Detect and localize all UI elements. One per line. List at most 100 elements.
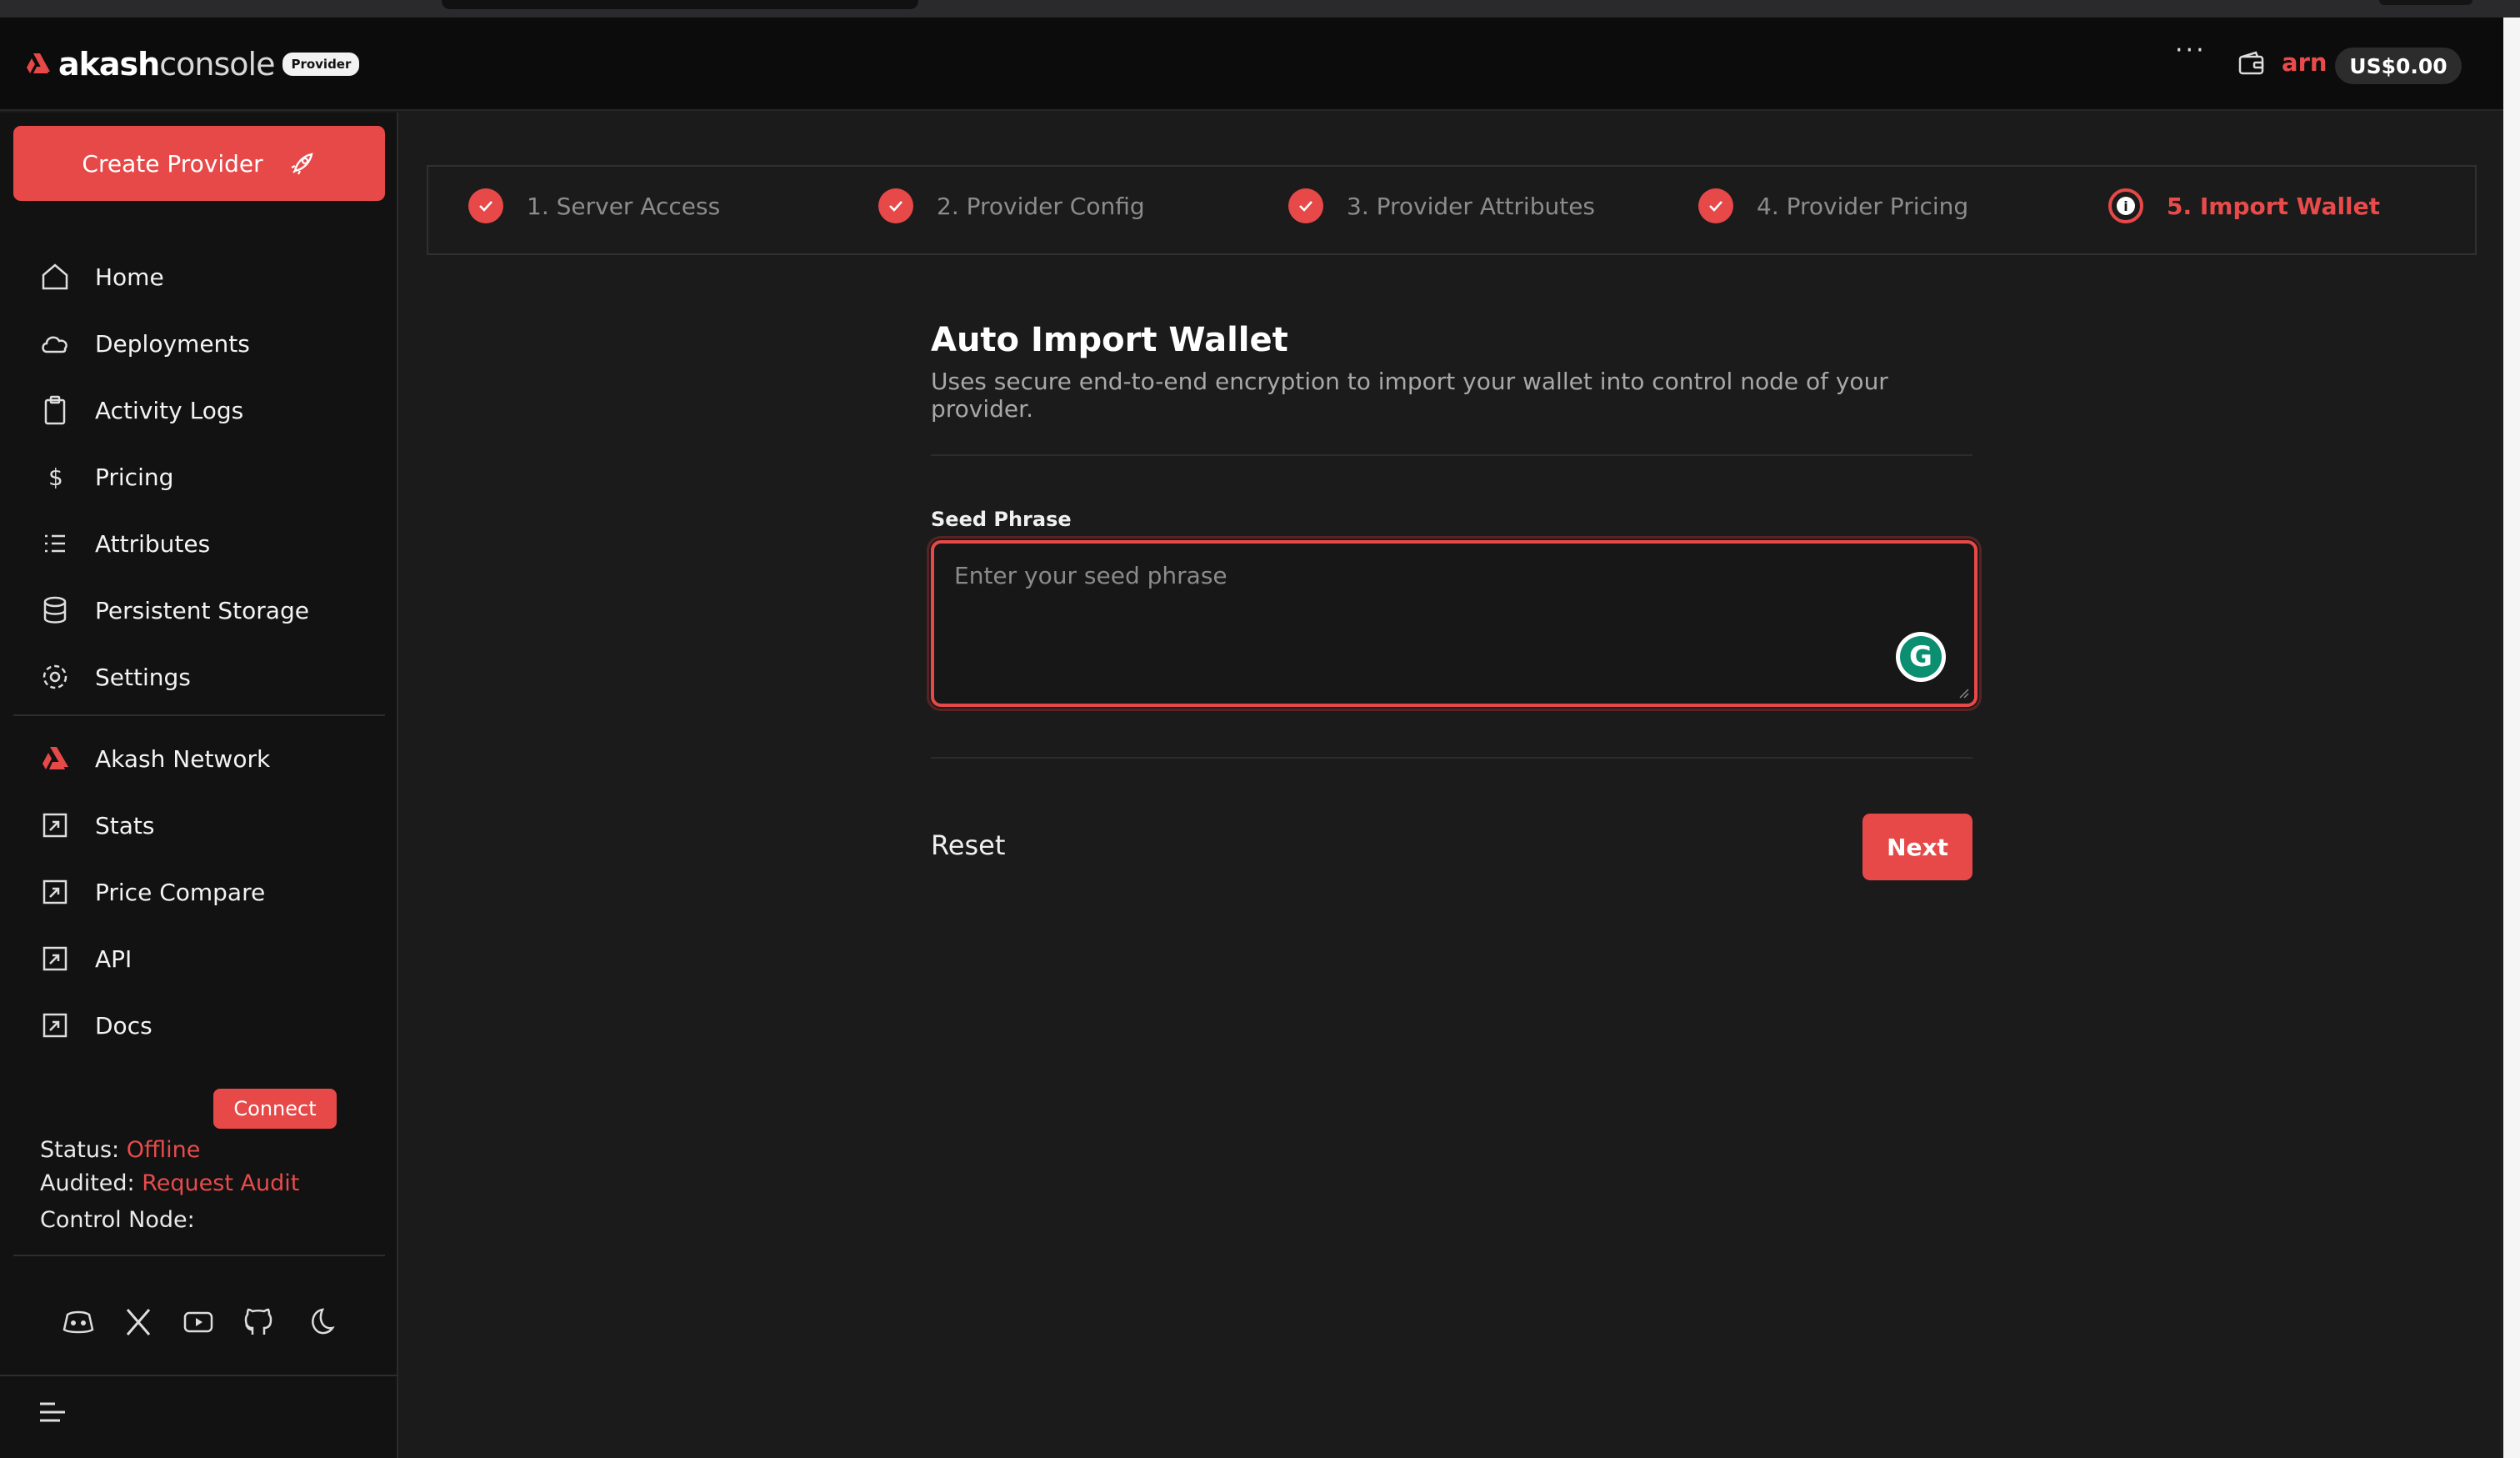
top-header: akash console Provider [0, 18, 2503, 111]
browser-top-strip [0, 0, 2520, 18]
sidebar-item-deployments[interactable]: Deployments [38, 323, 250, 364]
sidebar-item-pricing[interactable]: $ Pricing [38, 456, 173, 498]
sidebar-item-label: Attributes [95, 529, 211, 558]
account-name[interactable]: arn [2282, 48, 2328, 77]
audit-status: Audited: Request Audit [40, 1170, 299, 1196]
check-icon [878, 188, 913, 223]
seed-phrase-label: Seed Phrase [931, 508, 1072, 531]
akash-logo-icon [42, 747, 68, 769]
rocket-icon [291, 153, 313, 175]
sidebar-item-label: Price Compare [95, 878, 266, 906]
external-link-icon [42, 1013, 68, 1038]
step-provider-config[interactable]: 2. Provider Config [878, 188, 1145, 223]
sidebar-item-home[interactable]: Home [38, 256, 164, 298]
gear-icon [42, 664, 68, 689]
cloud-icon [42, 336, 68, 353]
step-label: 4. Provider Pricing [1757, 192, 1969, 220]
sidebar-item-label: Stats [95, 811, 155, 839]
form-divider [931, 757, 1972, 759]
form-subtitle: Uses secure end-to-end encryption to imp… [931, 368, 1888, 423]
sidebar-item-api[interactable]: API [38, 938, 132, 980]
sidebar-item-stats[interactable]: Stats [38, 804, 154, 846]
resize-handle-icon[interactable] [1958, 687, 1969, 699]
seed-phrase-placeholder: Enter your seed phrase [954, 562, 1228, 589]
clipboard-icon [44, 395, 66, 425]
sidebar-item-activity-logs[interactable]: Activity Logs [38, 389, 243, 431]
sidebar-item-label: Home [95, 263, 164, 291]
status-value: Offline [126, 1137, 201, 1163]
sidebar-item-label: API [95, 944, 132, 973]
provider-badge: Provider [282, 53, 360, 76]
akash-logo-icon [27, 53, 50, 73]
more-options-icon[interactable]: ··· [2175, 38, 2207, 63]
wallet-icon[interactable] [2238, 50, 2266, 77]
sidebar-item-price-compare[interactable]: Price Compare [38, 871, 265, 913]
connect-button[interactable]: Connect [213, 1089, 337, 1129]
step-label: 3. Provider Attributes [1347, 192, 1596, 220]
request-audit-link[interactable]: Request Audit [142, 1170, 299, 1196]
grammarly-icon[interactable]: G [1896, 632, 1946, 682]
sidebar-divider [13, 1255, 385, 1256]
next-button[interactable]: Next [1862, 814, 1972, 880]
sidebar-item-attributes[interactable]: Attributes [38, 523, 210, 564]
step-provider-attributes[interactable]: 3. Provider Attributes [1288, 188, 1595, 223]
sidebar-item-label: Settings [95, 663, 191, 691]
sidebar-item-label: Activity Logs [95, 396, 244, 424]
home-icon [42, 263, 68, 290]
sidebar-divider [13, 714, 385, 716]
youtube-icon[interactable] [181, 1305, 216, 1340]
page-scrollbar[interactable] [2503, 18, 2520, 1458]
check-icon [1698, 188, 1733, 223]
sidebar-item-label: Pricing [95, 463, 174, 491]
list-icon [45, 534, 65, 553]
sidebar-item-persistent-storage[interactable]: Persistent Storage [38, 589, 309, 631]
moon-icon[interactable] [301, 1305, 336, 1340]
step-label: 5. Import Wallet [2167, 192, 2381, 220]
sidebar-item-label: Docs [95, 1011, 152, 1040]
sidebar-item-docs[interactable]: Docs [38, 1005, 152, 1046]
audited-label: Audited: [40, 1170, 135, 1196]
svg-text:$: $ [48, 463, 63, 491]
wallet-balance[interactable]: US$0.00 [2335, 48, 2462, 84]
external-link-icon [42, 946, 68, 971]
external-link-icon [42, 879, 68, 904]
create-provider-button[interactable]: Create Provider [13, 126, 385, 201]
github-icon[interactable] [241, 1305, 276, 1340]
step-label: 2. Provider Config [937, 192, 1145, 220]
provider-status: Status: Offline [40, 1137, 200, 1163]
browser-tab[interactable] [442, 0, 918, 9]
form-divider [931, 454, 1972, 456]
app-window: akash console Provider ··· arn US$0.00 C… [0, 0, 2520, 1458]
dollar-icon: $ [48, 463, 63, 491]
x-icon[interactable] [121, 1305, 156, 1340]
sidebar-item-akash-network[interactable]: Akash Network [38, 738, 270, 779]
step-import-wallet[interactable]: i 5. Import Wallet [2108, 188, 2380, 223]
check-icon [1288, 188, 1323, 223]
create-provider-label: Create Provider [82, 149, 263, 178]
setup-stepper: 1. Server Access 2. Provider Config 3. P… [427, 165, 2477, 255]
reset-button[interactable]: Reset [931, 829, 1005, 861]
sidebar-item-label: Akash Network [95, 744, 271, 773]
akash-console-logo[interactable]: akash console Provider [25, 46, 360, 83]
form-title: Auto Import Wallet [931, 321, 1288, 359]
sidebar-item-label: Persistent Storage [95, 596, 309, 624]
check-icon [468, 188, 503, 223]
sidebar-item-settings[interactable]: Settings [38, 656, 191, 698]
logo-text-main: akash [58, 46, 160, 83]
external-link-icon [42, 813, 68, 838]
menu-toggle-icon[interactable] [38, 1400, 67, 1425]
discord-icon[interactable] [61, 1305, 96, 1340]
browser-control[interactable] [2379, 0, 2472, 5]
control-node-label: Control Node: [40, 1207, 195, 1233]
status-label: Status: [40, 1137, 120, 1163]
step-server-access[interactable]: 1. Server Access [468, 188, 720, 223]
logo-text-sub: console [159, 46, 275, 83]
info-icon: i [2108, 188, 2143, 223]
import-wallet-form: Auto Import Wallet Uses secure end-to-en… [927, 321, 1982, 880]
sidebar: Create Provider Home Deployments Activit… [0, 113, 398, 1458]
seed-phrase-input[interactable]: Enter your seed phrase G [927, 536, 1982, 711]
database-icon [43, 596, 67, 624]
sidebar-item-label: Deployments [95, 329, 250, 358]
sidebar-divider [0, 1375, 398, 1376]
step-provider-pricing[interactable]: 4. Provider Pricing [1698, 188, 1968, 223]
